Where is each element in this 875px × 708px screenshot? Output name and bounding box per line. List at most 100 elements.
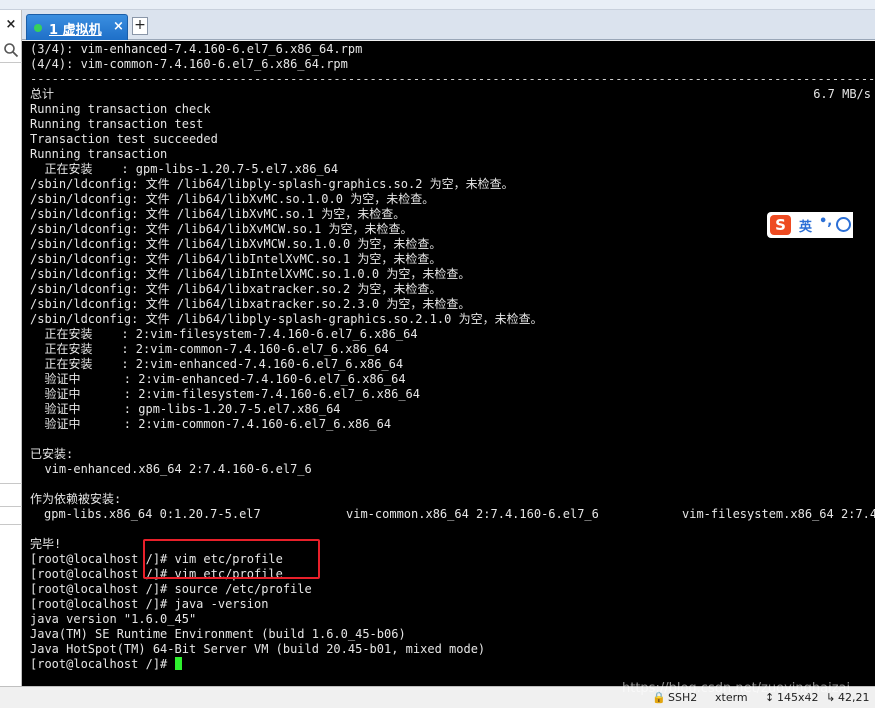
terminal-line: [root@localhost /]# source /etc/profile bbox=[30, 582, 875, 597]
terminal-line-text: (4/4): vim-common-7.4.160-6.el7_6.x86_64… bbox=[30, 57, 348, 71]
terminal-line-text: 已安装: bbox=[30, 447, 74, 461]
dependency-package: vim-filesystem.x86_64 2:7.4. bbox=[682, 507, 875, 521]
terminal-line: Running transaction check bbox=[30, 102, 875, 117]
terminal-line-text: /sbin/ldconfig: 文件 /lib64/libXvMCW.so.1 … bbox=[30, 222, 413, 236]
terminal-line: /sbin/ldconfig: 文件 /lib64/libxatracker.s… bbox=[30, 282, 875, 297]
ime-emoji-icon[interactable] bbox=[836, 217, 851, 232]
terminal-line: /sbin/ldconfig: 文件 /lib64/libIntelXvMC.s… bbox=[30, 252, 875, 267]
terminal-line: [root@localhost /]# java -version bbox=[30, 597, 875, 612]
terminal-output[interactable]: (3/4): vim-enhanced-7.4.160-6.el7_6.x86_… bbox=[22, 41, 875, 686]
highlight-annotation-box bbox=[143, 539, 320, 579]
terminal-line: ----------------------------------------… bbox=[30, 72, 875, 87]
terminal-line: 正在安装 : 2:vim-common-7.4.160-6.el7_6.x86_… bbox=[30, 342, 875, 357]
terminal-line: 作为依赖被安装: bbox=[30, 492, 875, 507]
search-icon[interactable] bbox=[3, 42, 19, 58]
terminal-line-text: 正在安装 : 2:vim-filesystem-7.4.160-6.el7_6.… bbox=[30, 327, 418, 341]
terminal-line: vim-enhanced.x86_64 2:7.4.160-6.el7_6 bbox=[30, 462, 875, 477]
tab-close-icon[interactable]: × bbox=[113, 19, 124, 34]
terminal-line-text: /sbin/ldconfig: 文件 /lib64/libXvMCW.so.1.… bbox=[30, 237, 442, 251]
terminal-line-text: 正在安装 : gpm-libs-1.20.7-5.el7.x86_64 bbox=[30, 162, 339, 176]
terminal-line-text: /sbin/ldconfig: 文件 /lib64/libxatracker.s… bbox=[30, 297, 471, 311]
dependency-package: gpm-libs.x86_64 0:1.20.7-5.el7 bbox=[44, 507, 261, 521]
terminal-cursor bbox=[174, 657, 182, 670]
terminal-line-text: 正在安装 : 2:vim-common-7.4.160-6.el7_6.x86_… bbox=[30, 342, 389, 356]
terminal-line-text: /sbin/ldconfig: 文件 /lib64/libXvMC.so.1.0… bbox=[30, 192, 435, 206]
sogou-logo-icon: S bbox=[770, 215, 791, 235]
terminal-line: 正在安装 : gpm-libs-1.20.7-5.el7.x86_64 bbox=[30, 162, 875, 177]
terminal-line: /sbin/ldconfig: 文件 /lib64/libXvMC.so.1 为… bbox=[30, 207, 875, 222]
terminal-line-text: vim-enhanced.x86_64 2:7.4.160-6.el7_6 bbox=[30, 462, 312, 476]
terminal-line: gpm-libs.x86_64 0:1.20.7-5.el7 vim-common… bbox=[30, 507, 875, 522]
terminal-line-text: /sbin/ldconfig: 文件 /lib64/libIntelXvMC.s… bbox=[30, 267, 471, 281]
terminal-line-text: Java(TM) SE Runtime Environment (build 1… bbox=[30, 627, 406, 641]
dependency-package: vim-common.x86_64 2:7.4.160-6.el7_6 bbox=[346, 507, 599, 521]
terminal-line-text: Running transaction check bbox=[30, 102, 211, 116]
terminal-line-text: 验证中 : 2:vim-common-7.4.160-6.el7_6.x86_6… bbox=[30, 417, 392, 431]
ime-punctuation-indicator[interactable]: •, bbox=[819, 214, 832, 229]
terminal-line-text: /sbin/ldconfig: 文件 /lib64/libIntelXvMC.s… bbox=[30, 252, 442, 266]
side-panel-divider bbox=[0, 524, 22, 525]
terminal-line-text: 验证中 : 2:vim-filesystem-7.4.160-6.el7_6.x… bbox=[30, 387, 421, 401]
terminal-line: 验证中 : 2:vim-filesystem-7.4.160-6.el7_6.x… bbox=[30, 387, 875, 402]
connection-status-icon bbox=[34, 24, 42, 32]
new-tab-button[interactable]: + bbox=[132, 17, 148, 35]
terminal-line: Running transaction bbox=[30, 147, 875, 162]
terminal-line: 总计 6.7 MB/s bbox=[30, 87, 875, 102]
terminal-line-text: 验证中 : gpm-libs-1.20.7-5.el7.x86_64 bbox=[30, 402, 341, 416]
terminal-line: /sbin/ldconfig: 文件 /lib64/libply-splash-… bbox=[30, 312, 875, 327]
terminal-line-text: Java HotSpot(TM) 64-Bit Server VM (build… bbox=[30, 642, 486, 656]
terminal-line-text: 作为依赖被安装: bbox=[30, 492, 122, 506]
watermark-text: https://blog.csdn.net/zuoyinghaizai bbox=[622, 681, 851, 696]
terminal-line: /sbin/ldconfig: 文件 /lib64/libIntelXvMC.s… bbox=[30, 267, 875, 282]
terminal-line: java version "1.6.0_45" bbox=[30, 612, 875, 627]
terminal-line: (3/4): vim-enhanced-7.4.160-6.el7_6.x86_… bbox=[30, 42, 875, 57]
terminal-line-text: 总计 bbox=[30, 87, 55, 101]
terminal-line: 验证中 : 2:vim-enhanced-7.4.160-6.el7_6.x86… bbox=[30, 372, 875, 387]
terminal-line-text: 验证中 : 2:vim-enhanced-7.4.160-6.el7_6.x86… bbox=[30, 372, 406, 386]
terminal-line: 验证中 : gpm-libs-1.20.7-5.el7.x86_64 bbox=[30, 402, 875, 417]
terminal-line: 正在安装 : 2:vim-enhanced-7.4.160-6.el7_6.x8… bbox=[30, 357, 875, 372]
terminal-line: /sbin/ldconfig: 文件 /lib64/libxatracker.s… bbox=[30, 297, 875, 312]
terminal-line-text: ----------------------------------------… bbox=[30, 72, 875, 86]
terminal-line: 已安装: bbox=[30, 447, 875, 462]
terminal-line: [root@localhost /]# bbox=[30, 657, 875, 672]
terminal-line: /sbin/ldconfig: 文件 /lib64/libply-splash-… bbox=[30, 177, 875, 192]
terminal-line-text: /sbin/ldconfig: 文件 /lib64/libply-splash-… bbox=[30, 177, 514, 191]
terminal-line-text: /sbin/ldconfig: 文件 /lib64/libxatracker.s… bbox=[30, 282, 442, 296]
tab-virtual-machine[interactable]: 1 虚拟机 × bbox=[26, 14, 128, 40]
side-panel-close-icon[interactable]: × bbox=[0, 16, 22, 34]
terminal-line-text: (3/4): vim-enhanced-7.4.160-6.el7_6.x86_… bbox=[30, 42, 363, 56]
terminal-line: /sbin/ldconfig: 文件 /lib64/libXvMCW.so.1 … bbox=[30, 222, 875, 237]
terminal-line: Java(TM) SE Runtime Environment (build 1… bbox=[30, 627, 875, 642]
tab-label: 1 虚拟机 bbox=[49, 23, 102, 38]
terminal-line-text: 正在安装 : 2:vim-enhanced-7.4.160-6.el7_6.x8… bbox=[30, 357, 404, 371]
side-panel-divider bbox=[0, 506, 22, 507]
ime-language-indicator[interactable]: 英 bbox=[799, 216, 812, 235]
ime-toolbar[interactable]: S 英 •, bbox=[767, 212, 853, 238]
terminal-line-text: [root@localhost /]# source /etc/profile bbox=[30, 582, 312, 596]
session-tab-bar: 1 虚拟机 × + bbox=[22, 10, 875, 40]
terminal-line: /sbin/ldconfig: 文件 /lib64/libXvMCW.so.1.… bbox=[30, 237, 875, 252]
side-panel-divider bbox=[0, 483, 22, 484]
side-panel-divider bbox=[0, 62, 22, 63]
terminal-line-text: [root@localhost /]# java -version bbox=[30, 597, 269, 611]
terminal-line-text: /sbin/ldconfig: 文件 /lib64/libXvMC.so.1 为… bbox=[30, 207, 406, 221]
terminal-line: 验证中 : 2:vim-common-7.4.160-6.el7_6.x86_6… bbox=[30, 417, 875, 432]
terminal-line: Running transaction test bbox=[30, 117, 875, 132]
terminal-line: /sbin/ldconfig: 文件 /lib64/libXvMC.so.1.0… bbox=[30, 192, 875, 207]
transfer-speed: 6.7 MB/s bbox=[813, 87, 871, 101]
terminal-line-text: 完毕! bbox=[30, 537, 62, 551]
terminal-line-text: [root@localhost /]# bbox=[30, 657, 175, 671]
terminal-line-text: Running transaction test bbox=[30, 117, 204, 131]
terminal-line-text: Running transaction bbox=[30, 147, 168, 161]
terminal-line: Transaction test succeeded bbox=[30, 132, 875, 147]
window-top-strip bbox=[0, 0, 875, 10]
terminal-line: Java HotSpot(TM) 64-Bit Server VM (build… bbox=[30, 642, 875, 657]
terminal-line: 正在安装 : 2:vim-filesystem-7.4.160-6.el7_6.… bbox=[30, 327, 875, 342]
terminal-line-text: Transaction test succeeded bbox=[30, 132, 218, 146]
terminal-line: (4/4): vim-common-7.4.160-6.el7_6.x86_64… bbox=[30, 57, 875, 72]
terminal-line-text: java version "1.6.0_45" bbox=[30, 612, 197, 626]
